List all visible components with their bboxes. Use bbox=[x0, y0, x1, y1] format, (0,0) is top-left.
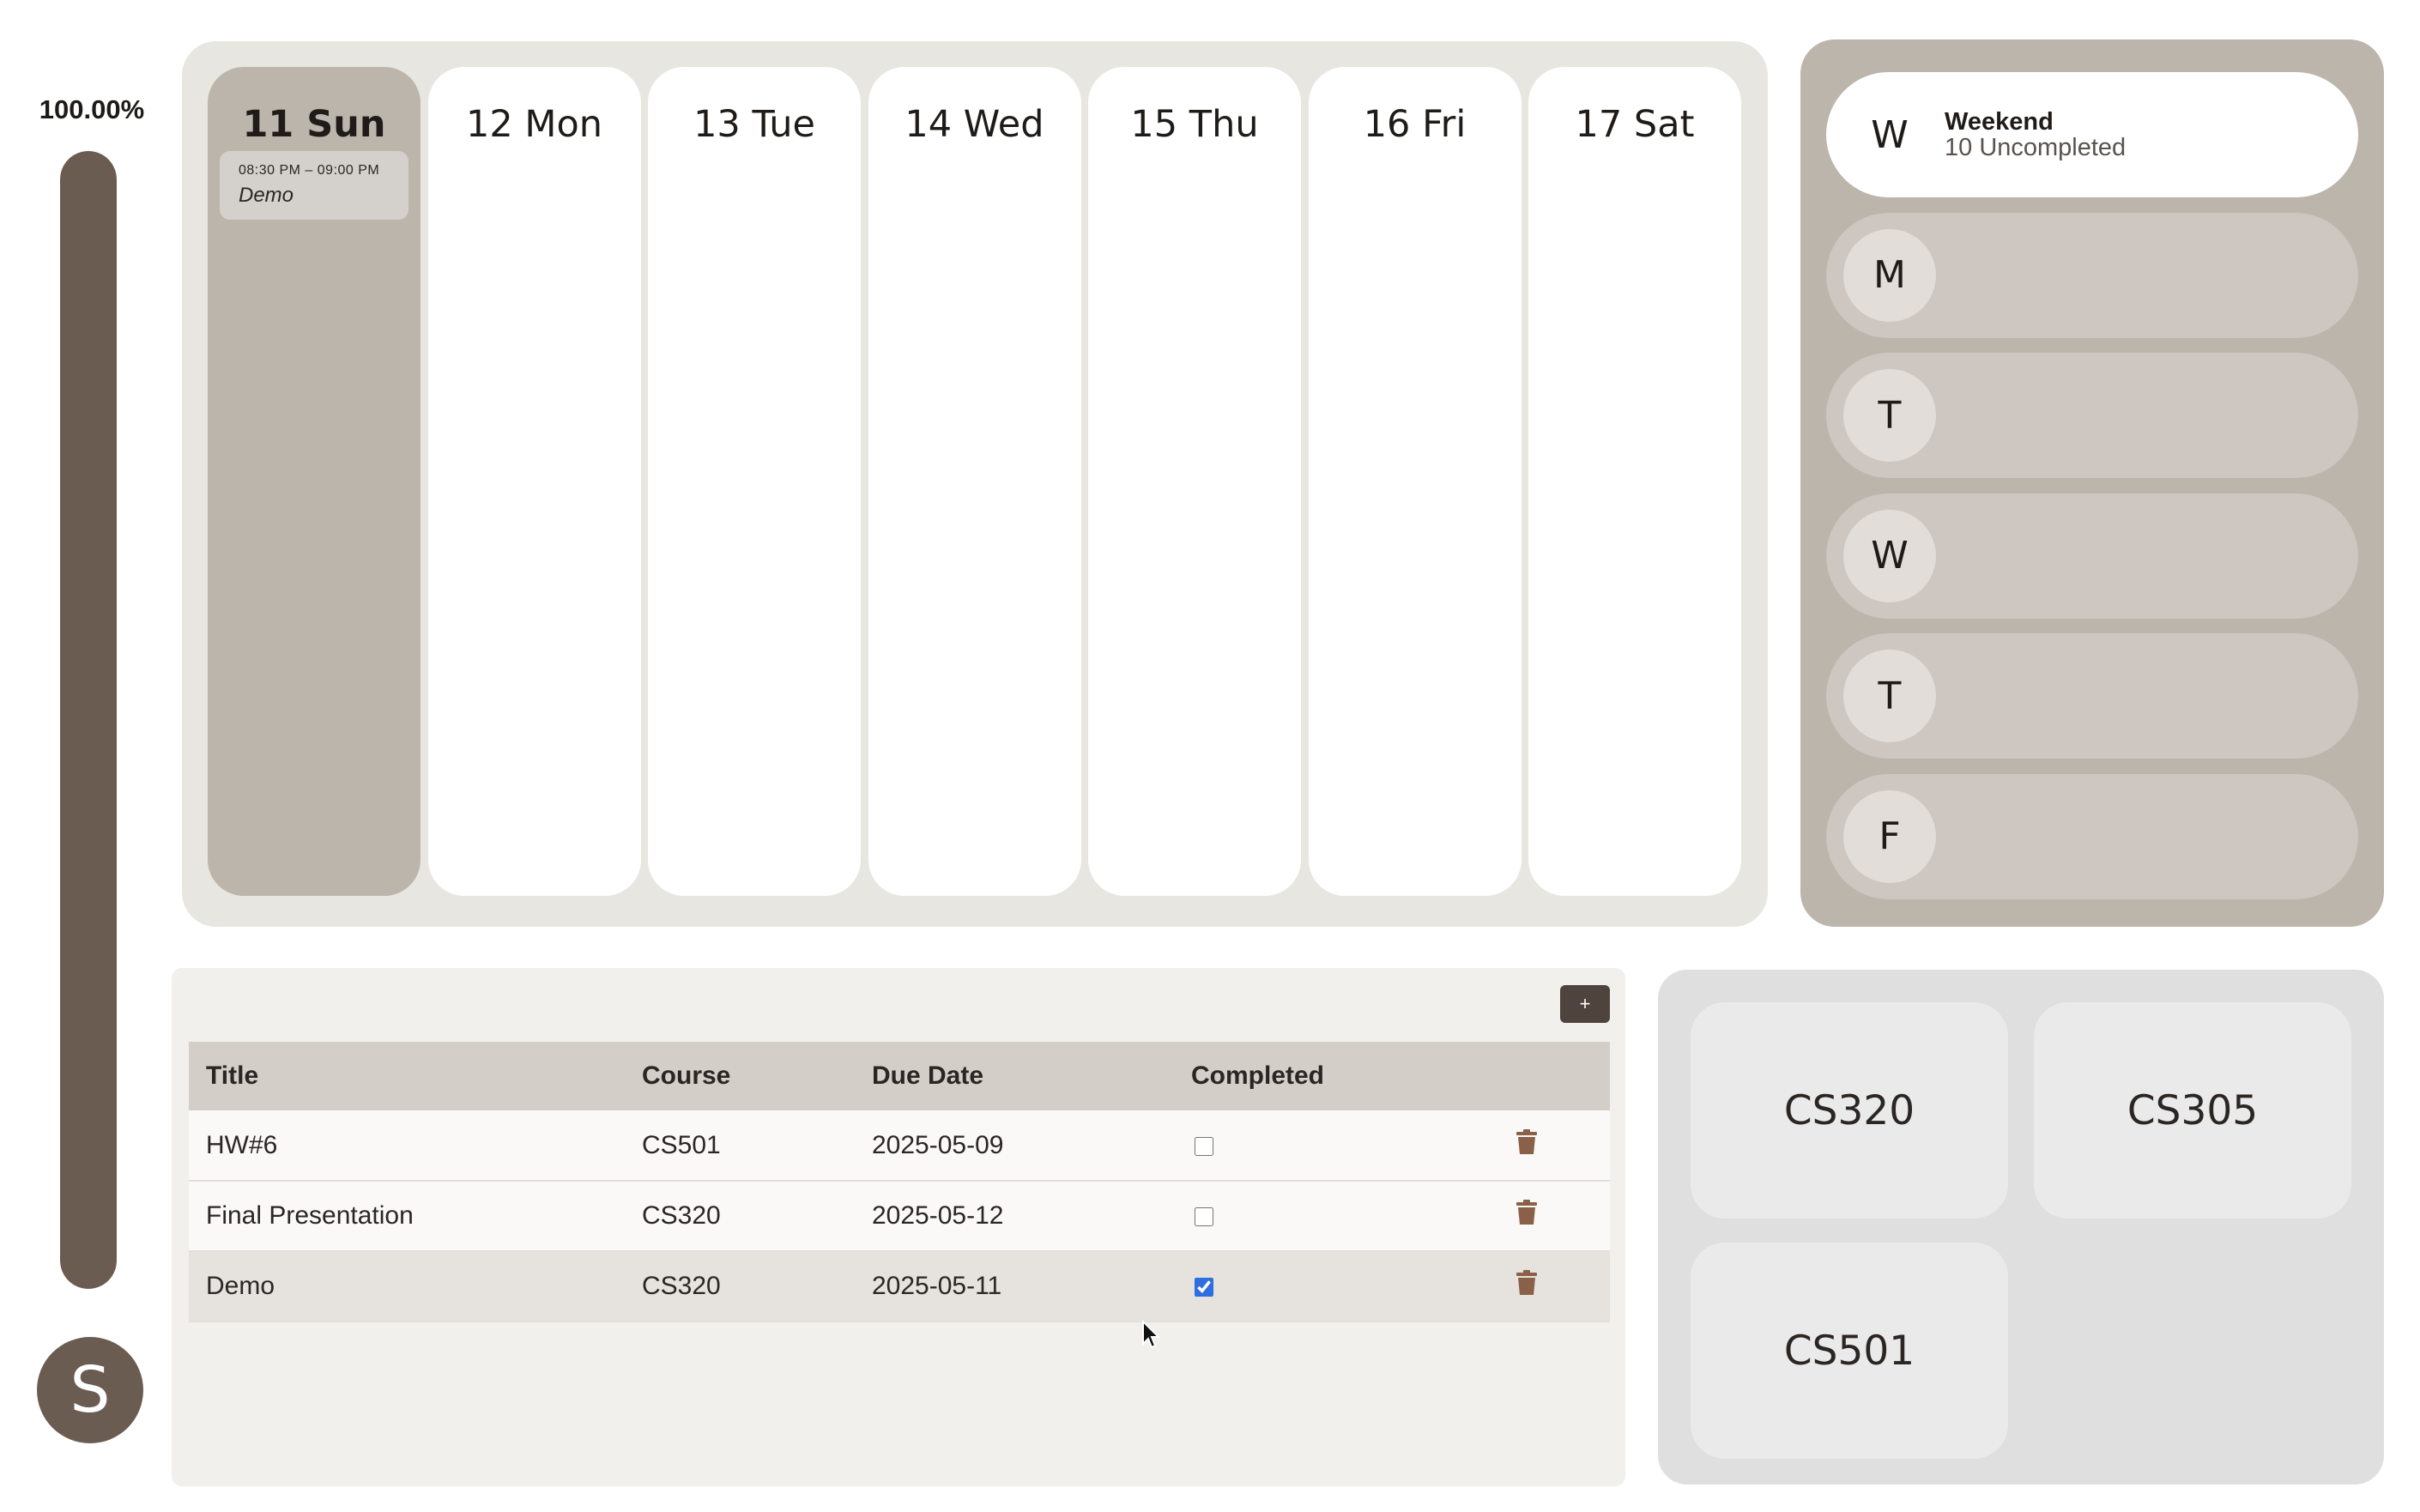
day-label: 13 Tue bbox=[693, 103, 815, 146]
trash-icon[interactable] bbox=[1516, 1200, 1538, 1232]
courses-panel: CS320 CS305 CS501 bbox=[1658, 970, 2384, 1485]
task-course: CS501 bbox=[625, 1110, 855, 1182]
task-due-date: 2025-05-11 bbox=[855, 1251, 1174, 1322]
day-column-sat[interactable]: 17 Sat bbox=[1528, 67, 1741, 896]
day-column-fri[interactable]: 16 Fri bbox=[1308, 67, 1522, 896]
week-calendar: 11 Sun 08:30 PM – 09:00 PM Demo 12 Mon 13 Tu… bbox=[182, 41, 1768, 927]
weekday-letter: T bbox=[1843, 369, 1936, 462]
task-title: HW#6 bbox=[189, 1110, 625, 1182]
day-column-mon[interactable]: 12 Mon bbox=[427, 67, 641, 896]
weekday-summary: Weekend 10 Uncompleted bbox=[1945, 107, 2127, 161]
task-title: Final Presentation bbox=[189, 1181, 625, 1252]
event-time: 08:30 PM – 09:00 PM bbox=[239, 163, 380, 178]
tasks-panel: + Title Course Due Date Completed HW#6 CS… bbox=[172, 968, 1625, 1486]
course-tile-cs320[interactable]: CS320 bbox=[1691, 1002, 2008, 1219]
table-row[interactable]: HW#6 CS501 2025-05-09 bbox=[189, 1110, 1610, 1182]
day-column-sun[interactable]: 11 Sun 08:30 PM – 09:00 PM Demo bbox=[208, 67, 420, 896]
task-completed-checkbox[interactable] bbox=[1195, 1136, 1213, 1156]
task-completed-cell bbox=[1174, 1110, 1486, 1182]
weekday-letter: W bbox=[1843, 88, 1936, 181]
event-title: Demo bbox=[239, 184, 294, 207]
table-header-row: Title Course Due Date Completed bbox=[189, 1042, 1610, 1110]
course-tile-cs501[interactable]: CS501 bbox=[1691, 1243, 2008, 1459]
weekday-letter: T bbox=[1843, 650, 1936, 742]
table-row[interactable]: Final Presentation CS320 2025-05-12 bbox=[189, 1181, 1610, 1252]
day-label: 11 Sun bbox=[242, 103, 386, 146]
weekday-item[interactable]: T bbox=[1826, 353, 2358, 478]
add-task-button[interactable]: + bbox=[1560, 985, 1610, 1023]
day-column-tue[interactable]: 13 Tue bbox=[648, 67, 861, 896]
user-avatar[interactable]: S bbox=[37, 1337, 143, 1443]
weekday-item[interactable]: F bbox=[1826, 773, 2358, 899]
trash-icon[interactable] bbox=[1516, 1270, 1538, 1303]
task-completed-cell bbox=[1174, 1181, 1486, 1252]
weekday-item[interactable]: W bbox=[1826, 493, 2358, 619]
day-label: 16 Fri bbox=[1363, 103, 1467, 146]
day-label: 14 Wed bbox=[904, 103, 1044, 146]
progress-bar-fill bbox=[60, 151, 117, 1289]
column-header-title[interactable]: Title bbox=[189, 1042, 625, 1110]
mouse-pointer-icon bbox=[1142, 1320, 1161, 1349]
weekday-item[interactable]: M bbox=[1826, 212, 2358, 338]
tasks-table: Title Course Due Date Completed HW#6 CS50… bbox=[189, 1042, 1610, 1322]
weekday-letter: F bbox=[1843, 789, 1936, 883]
calendar-event[interactable]: 08:30 PM – 09:00 PM Demo bbox=[220, 151, 408, 220]
column-header-completed[interactable]: Completed bbox=[1174, 1042, 1486, 1110]
task-actions-cell bbox=[1486, 1110, 1610, 1182]
course-tile-cs305[interactable]: CS305 bbox=[2034, 1002, 2351, 1219]
column-header-course[interactable]: Course bbox=[625, 1042, 855, 1110]
weekday-subtitle: 10 Uncompleted bbox=[1945, 134, 2127, 161]
progress-percentage: 100.00% bbox=[39, 94, 145, 124]
weekday-letter: W bbox=[1843, 509, 1936, 602]
task-course: CS320 bbox=[625, 1251, 855, 1322]
task-completed-checkbox[interactable] bbox=[1195, 1207, 1213, 1227]
weekday-letter: M bbox=[1843, 228, 1936, 322]
day-column-wed[interactable]: 14 Wed bbox=[868, 67, 1081, 896]
day-label: 15 Thu bbox=[1130, 103, 1259, 146]
task-completed-checkbox[interactable] bbox=[1195, 1278, 1213, 1297]
column-header-actions bbox=[1486, 1042, 1610, 1110]
weekday-list: W Weekend 10 Uncompleted M T W T F bbox=[1800, 39, 2384, 927]
task-title: Demo bbox=[189, 1251, 625, 1322]
task-due-date: 2025-05-09 bbox=[855, 1110, 1174, 1182]
day-label: 17 Sat bbox=[1575, 103, 1695, 146]
progress-bar bbox=[60, 151, 117, 1289]
trash-icon[interactable] bbox=[1516, 1128, 1538, 1162]
table-row[interactable]: Demo CS320 2025-05-11 bbox=[189, 1251, 1610, 1322]
weekday-item[interactable]: T bbox=[1826, 633, 2358, 759]
task-actions-cell bbox=[1486, 1181, 1610, 1252]
day-label: 12 Mon bbox=[465, 103, 603, 146]
task-actions-cell bbox=[1486, 1251, 1610, 1322]
task-course: CS320 bbox=[625, 1181, 855, 1252]
weekday-item[interactable]: W Weekend 10 Uncompleted bbox=[1826, 72, 2358, 197]
weekday-title: Weekend bbox=[1945, 107, 2054, 136]
task-due-date: 2025-05-12 bbox=[855, 1181, 1174, 1252]
day-column-thu[interactable]: 15 Thu bbox=[1088, 67, 1301, 896]
column-header-due-date[interactable]: Due Date bbox=[855, 1042, 1174, 1110]
task-completed-cell bbox=[1174, 1251, 1486, 1322]
